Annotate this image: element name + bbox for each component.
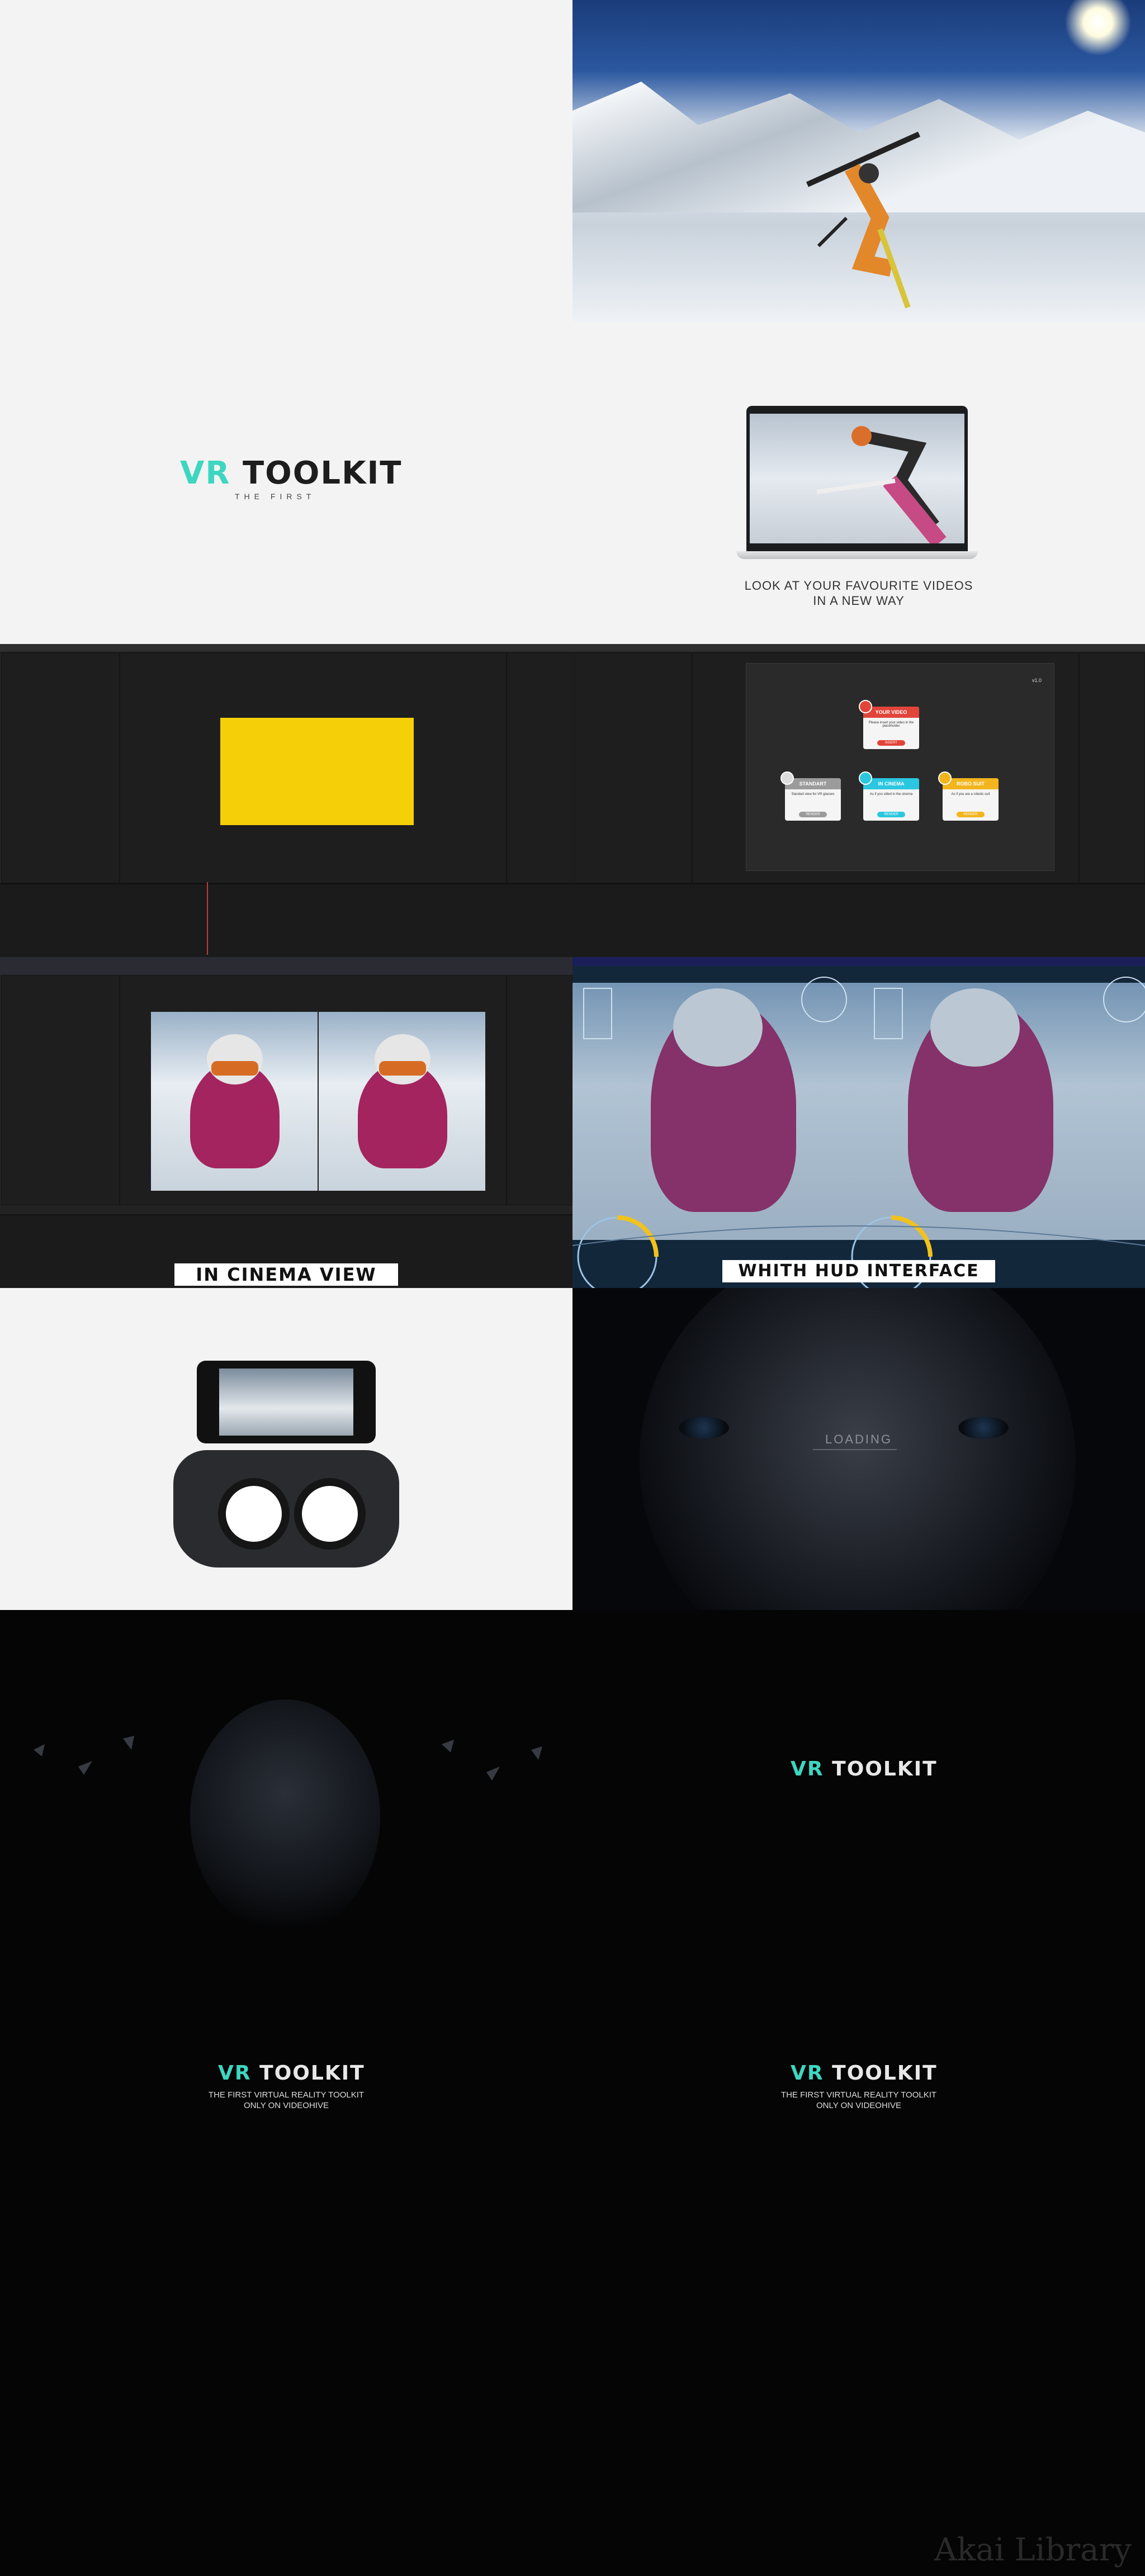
card-robo-suit-body: As if you are a robotic suit [951,793,990,796]
tile-vr-headset [0,1288,572,1610]
phone [197,1361,376,1443]
watermark: Akai Library [934,2532,1132,2568]
tile-skier-jump [572,0,1145,322]
tile-empty-left [0,2254,572,2576]
vr-headset [173,1450,399,1568]
logo-vr-toolkit: VR TOOLKIT [180,455,403,491]
tile-final-left: VR TOOLKIT THE FIRST VIRTUAL REALITY TOO… [0,1932,572,2254]
tile-laptop-tagline: LOOK AT YOUR FAVOURITE VIDEOS IN A NEW W… [572,322,1145,644]
final-subtitle-left: THE FIRST VIRTUAL REALITY TOOLKIT ONLY O… [208,2090,365,2110]
logo-toolkit: TOOLKIT [242,455,403,491]
tile-empty-right: Akai Library [572,2254,1145,2576]
card-standart: STANDART Standart view for VR glasses RE… [785,778,841,821]
logo-vr: VR [180,455,231,491]
final-logo-right: VR TOOLKIT [791,2062,938,2085]
composition-yellow [220,718,414,825]
stereo-right-eye [319,1012,485,1191]
cinema-view-label: IN CINEMA VIEW [174,1263,398,1286]
tile-loading-face: LOADING [572,1288,1145,1610]
render-cinema-button[interactable]: RENDER [877,812,905,817]
skier [806,131,921,309]
render-robo-button[interactable]: RENDER [957,812,985,817]
hud-interface-label: WHITH HUD INTERFACE [722,1260,995,1282]
card-standart-body: Standart view for VR glasses [791,793,835,796]
tile-ae-yellow [0,644,572,966]
card-in-cinema: IN CINEMA As if you sitted in the cinema… [863,778,919,821]
card-robo-suit: ROBO SUIT As if you are a robotic suit R… [943,778,999,821]
tile-logo-dark: VR TOOLKIT [572,1610,1145,1932]
version-label: v1.0 [1032,678,1042,683]
render-standart-button[interactable]: RENDER [799,812,827,817]
tile-shatter-face [0,1610,572,1932]
hud-overlay [572,977,1145,1288]
tile-laptop-ski [0,0,572,322]
tile-ae-cards: v1.0 YOUR VIDEO Please insert your video… [572,644,1145,966]
tile-hud: WHITH HUD INTERFACE [572,966,1145,1288]
tile-logo: VR TOOLKIT THE FIRST [0,322,572,644]
tile-ae-stereo: IN CINEMA VIEW [0,966,572,1288]
logo-subtitle: THE FIRST [235,492,316,501]
card-your-video-body: Please insert your video in the placehol… [868,721,914,728]
final-logo-left: VR TOOLKIT [218,2062,365,2085]
card-your-video: YOUR VIDEO Please insert your video in t… [863,707,919,749]
insert-button[interactable]: INSERT [877,740,905,746]
card-in-cinema-body: As if you sitted in the cinema [869,793,913,796]
tile-final-right: VR TOOLKIT THE FIRST VIRTUAL REALITY TOO… [572,1932,1145,2254]
logo-dark: VR TOOLKIT [791,1758,938,1781]
stereo-left-eye [151,1012,318,1191]
final-subtitle-right: THE FIRST VIRTUAL REALITY TOOLKIT ONLY O… [780,2090,937,2110]
loading-text: LOADING [825,1432,893,1446]
tagline: LOOK AT YOUR FAVOURITE VIDEOS IN A NEW W… [744,579,973,608]
